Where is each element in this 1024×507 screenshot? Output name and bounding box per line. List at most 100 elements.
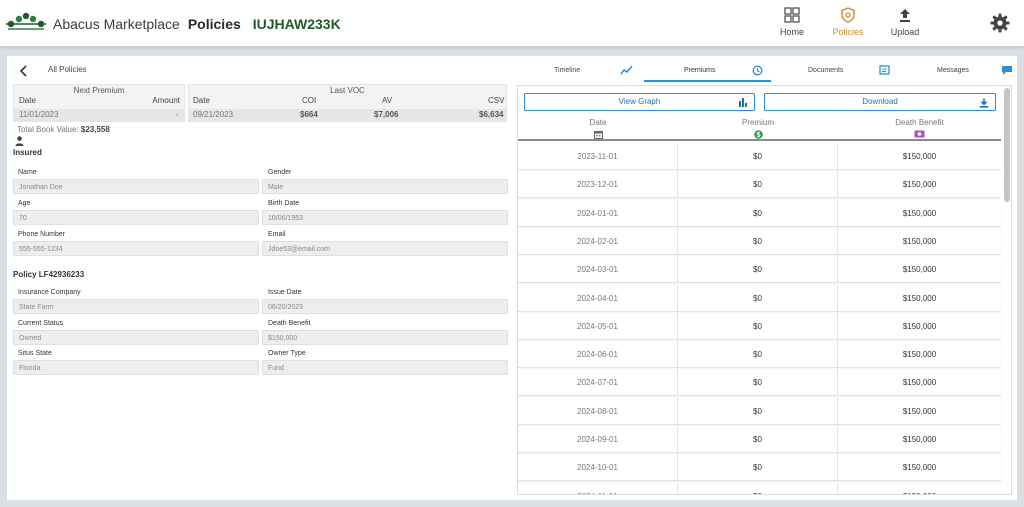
top-bar: Abacus Marketplace Policies IUJHAW233K Hom… <box>0 0 1024 47</box>
table-row: 2024-10-01 $0 $150,000 <box>518 454 1001 482</box>
table-row: 2024-07-01 $0 $150,000 <box>518 369 1001 397</box>
row-premium: $0 <box>678 199 838 227</box>
active-tab-indicator <box>644 80 771 82</box>
owner-type-label: Owner Type <box>268 350 306 357</box>
row-date: 2024-04-01 <box>518 284 678 312</box>
header-divider <box>518 139 1001 141</box>
row-premium: $0 <box>678 482 838 494</box>
table-row: 2024-04-01 $0 $150,000 <box>518 284 1001 312</box>
birth-date-label: Birth Date <box>268 200 300 207</box>
table-row: 2024-05-01 $0 $150,000 <box>518 312 1001 340</box>
bar-chart-icon <box>739 98 747 107</box>
gender-field[interactable]: Male <box>262 179 508 194</box>
back-chevron-icon[interactable] <box>18 65 30 77</box>
voc-coi-label: COI <box>302 96 317 105</box>
voc-csv-value: $6,634 <box>479 110 504 119</box>
row-death-benefit: $150,000 <box>902 208 937 218</box>
situs-state-field[interactable]: Florida <box>13 360 259 375</box>
situs-state-label: Situs State <box>18 350 52 357</box>
tab-premiums[interactable]: Premiums <box>644 58 771 82</box>
row-death-benefit: $150,000 <box>902 463 937 473</box>
name-field[interactable]: Jonathan Doe <box>13 179 259 194</box>
row-date: 2023-11-01 <box>518 143 678 170</box>
tab-premiums-label: Premiums <box>684 67 716 74</box>
download-button[interactable]: Download <box>764 93 996 111</box>
gender-label: Gender <box>268 169 292 176</box>
document-icon <box>879 65 890 75</box>
row-premium: $0 <box>678 143 838 170</box>
table-row: 2024-03-01 $0 $150,000 <box>518 256 1001 284</box>
email-field[interactable]: Jdoe53@email.com <box>262 241 508 256</box>
birth-date-field[interactable]: 10/06/1953 <box>262 210 508 225</box>
policy-shield-icon <box>841 7 855 23</box>
row-date: 2024-09-01 <box>518 426 678 453</box>
age-label: Age <box>18 200 31 207</box>
age-field[interactable]: 70 <box>13 210 259 225</box>
calendar-icon <box>593 131 603 139</box>
brand-title: Abacus Marketplace Policies IUJHAW233K <box>53 16 341 32</box>
download-icon <box>980 98 988 108</box>
np-date-value: 11/01/2023 <box>19 110 59 119</box>
policy-detail-card: All Policies Next Premium Date Amount 11… <box>7 56 1017 500</box>
abacus-logo-icon <box>6 12 46 30</box>
chat-bubble-icon <box>1002 66 1012 75</box>
nav-upload-label: Upload <box>890 27 920 37</box>
current-status-field[interactable]: Owned <box>13 330 259 345</box>
scrollbar-thumb[interactable] <box>1004 88 1010 202</box>
tab-timeline[interactable]: Timeline <box>519 58 644 82</box>
nav-policies[interactable]: Policies <box>823 5 873 47</box>
nav-upload[interactable]: Upload <box>880 5 930 47</box>
nav-home[interactable]: Home <box>767 5 817 47</box>
death-benefit-field[interactable]: $150,000 <box>262 330 508 345</box>
phone-field[interactable]: 555-555-1234 <box>13 241 259 256</box>
row-premium: $0 <box>678 312 838 340</box>
tab-messages[interactable]: Messages <box>896 58 1017 82</box>
table-row: 2024-08-01 $0 $150,000 <box>518 397 1001 425</box>
row-premium: $0 <box>678 227 838 255</box>
phone-label: Phone Number <box>18 231 66 238</box>
issue-date-field[interactable]: 06/20/2023 <box>262 299 508 314</box>
row-death-benefit: $150,000 <box>902 293 937 303</box>
row-date: 2024-07-01 <box>518 369 678 397</box>
voc-csv-label: CSV <box>488 96 505 105</box>
nav-home-label: Home <box>779 27 804 37</box>
current-status-label: Current Status <box>18 320 64 327</box>
detail-tabs: Timeline Premiums Documents Messages <box>519 58 1017 82</box>
owner-type-field[interactable]: Fund <box>262 360 508 375</box>
voc-av-value: $7,006 <box>374 110 399 119</box>
tab-documents[interactable]: Documents <box>771 58 896 82</box>
row-premium: $0 <box>678 369 838 397</box>
row-date: 2024-03-01 <box>518 256 678 284</box>
row-premium: $0 <box>678 397 838 425</box>
all-policies-link[interactable]: All Policies <box>48 65 87 74</box>
row-date: 2024-01-01 <box>518 199 678 227</box>
policy-heading: Policy LF42936233 <box>13 270 85 279</box>
row-premium: $0 <box>678 341 838 369</box>
download-label: Download <box>862 97 898 106</box>
np-amount-value: - <box>175 110 178 119</box>
settings-gear-icon[interactable] <box>990 13 1010 33</box>
issue-date-label: Issue Date <box>268 289 302 296</box>
np-amount-label: Amount <box>152 96 180 105</box>
col-premium-label: Premium <box>741 118 774 127</box>
tab-documents-label: Documents <box>808 67 844 74</box>
view-graph-button[interactable]: View Graph <box>524 93 755 111</box>
col-date-header: Date <box>518 118 678 139</box>
last-voc-box: Last VOC Date COI AV CSV 09/21/2023 $664… <box>188 84 507 122</box>
next-premium-title: Next Premium <box>73 86 125 95</box>
trend-line-icon <box>620 65 633 75</box>
total-book-value-label: Total Book Value: <box>17 125 79 134</box>
history-clock-icon <box>752 65 763 76</box>
svg-text:$: $ <box>756 132 760 139</box>
insurance-company-field[interactable]: State Farm <box>13 299 259 314</box>
row-date: 2024-10-01 <box>518 454 678 482</box>
row-date: 2024-06-01 <box>518 341 678 369</box>
row-date: 2024-11-01 <box>518 482 678 494</box>
insurance-company-label: Insurance Company <box>18 289 81 296</box>
total-book-value: Total Book Value: $23,558 <box>17 125 110 134</box>
row-death-benefit: $150,000 <box>902 435 937 444</box>
row-death-benefit: $150,000 <box>902 321 937 331</box>
table-row: 2024-01-01 $0 $150,000 <box>518 199 1001 227</box>
table-row: 2024-11-01$0$150,000 <box>518 482 1001 494</box>
email-label: Email <box>268 231 286 238</box>
